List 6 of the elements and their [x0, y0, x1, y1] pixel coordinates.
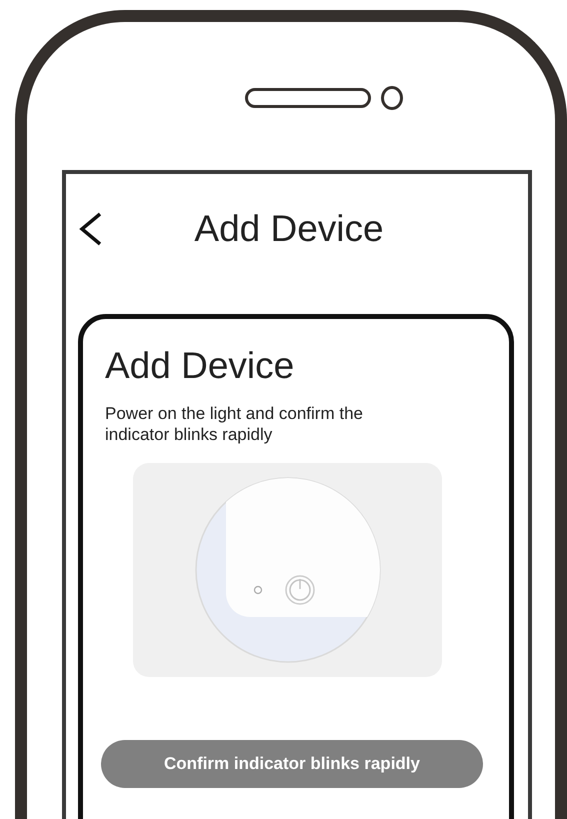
camera-dot	[380, 86, 402, 110]
card-title: Add Device	[105, 345, 294, 387]
back-icon[interactable]	[78, 212, 104, 246]
instruction-text: Power on the light and confirm the indicator blinks rapidly	[105, 403, 364, 445]
page-title: Add Device	[193, 208, 385, 250]
confirm-button[interactable]: Confirm indicator blinks rapidly	[101, 740, 483, 788]
